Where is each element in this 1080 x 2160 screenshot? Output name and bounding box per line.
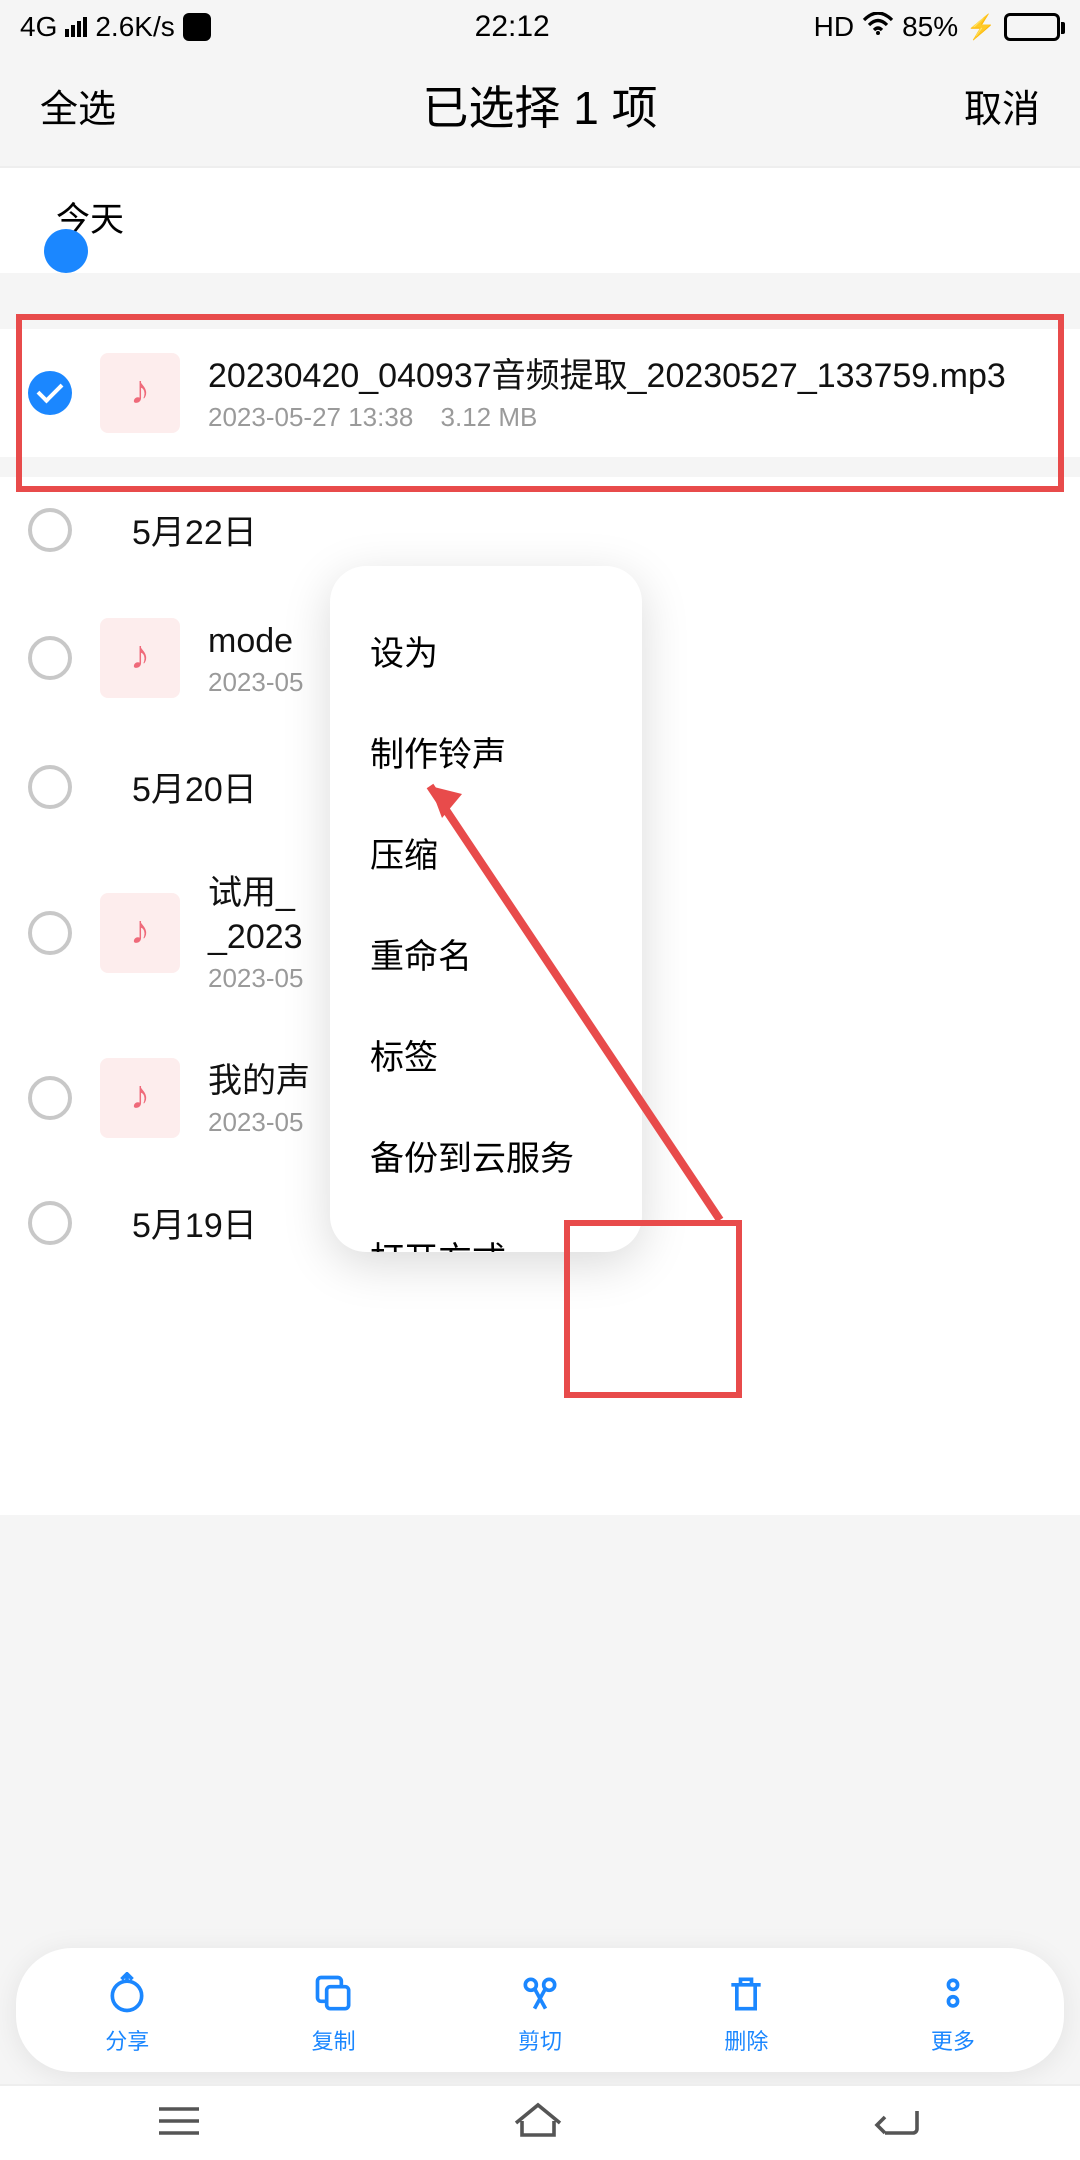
copy-button[interactable]: 复制 <box>230 1968 436 2056</box>
battery-percentage: 85% <box>902 11 958 43</box>
checkbox-empty-icon[interactable] <box>28 636 72 680</box>
music-file-icon <box>100 893 180 973</box>
menu-open-with[interactable]: 打开方式 <box>330 1208 642 1252</box>
checkbox-empty-icon[interactable] <box>28 911 72 955</box>
checkbox-empty-icon[interactable] <box>28 1201 72 1245</box>
action-toolbar: 分享 复制 剪切 删除 更多 <box>16 1948 1064 2072</box>
more-menu-popup: 设为 制作铃声 压缩 重命名 标签 备份到云服务 打开方式 <box>330 566 642 1252</box>
menu-make-ringtone[interactable]: 制作铃声 <box>330 703 642 804</box>
status-bar: 4G 2.6K/s 22:12 HD 85% ⚡ <box>0 0 1080 48</box>
checkbox-empty-icon[interactable] <box>28 765 72 809</box>
cut-icon <box>514 1968 566 2020</box>
more-icon <box>927 1968 979 2020</box>
chat-icon <box>183 13 211 41</box>
status-left: 4G 2.6K/s <box>20 11 211 43</box>
checkbox-empty-icon[interactable] <box>28 508 72 552</box>
file-name: 20230420_040937音频提取_20230527_133759.mp3 <box>208 354 1052 398</box>
status-right: HD 85% ⚡ <box>814 11 1060 43</box>
wifi-icon <box>862 11 894 43</box>
more-button[interactable]: 更多 <box>850 1968 1056 2056</box>
menu-backup-cloud[interactable]: 备份到云服务 <box>330 1107 642 1208</box>
menu-compress[interactable]: 压缩 <box>330 804 642 905</box>
page-title: 已选择 1 项 <box>422 72 657 138</box>
select-all-button[interactable]: 全选 <box>40 78 116 133</box>
network-speed: 2.6K/s <box>95 11 174 43</box>
hd-indicator: HD <box>814 11 854 43</box>
signal-icon <box>65 17 87 37</box>
battery-icon <box>1004 13 1060 41</box>
music-file-icon <box>100 1058 180 1138</box>
cut-button[interactable]: 剪切 <box>437 1968 643 2056</box>
menu-set-as[interactable]: 设为 <box>330 602 642 703</box>
file-meta: 2023-05-27 13:38 3.12 MB <box>208 402 1052 433</box>
charging-icon: ⚡ <box>966 13 996 42</box>
checkbox-selected-icon[interactable] <box>28 371 72 415</box>
share-icon <box>101 1968 153 2020</box>
copy-icon <box>308 1968 360 2020</box>
menu-rename[interactable]: 重命名 <box>330 905 642 1006</box>
home-nav-icon[interactable] <box>510 2099 566 2147</box>
network-type: 4G <box>20 11 57 43</box>
share-button[interactable]: 分享 <box>24 1968 230 2056</box>
delete-button[interactable]: 删除 <box>643 1968 849 2056</box>
back-nav-icon[interactable] <box>871 2099 927 2147</box>
file-item[interactable]: 20230420_040937音频提取_20230527_133759.mp3 … <box>0 329 1080 457</box>
system-navbar <box>0 2084 1080 2160</box>
menu-nav-icon[interactable] <box>153 2099 205 2147</box>
section-today: 今天 <box>0 168 1080 261</box>
selection-header: 全选 已选择 1 项 取消 <box>0 48 1080 168</box>
clock: 22:12 <box>475 10 550 44</box>
cancel-button[interactable]: 取消 <box>964 78 1040 133</box>
previous-item-peek <box>0 261 1080 273</box>
music-file-icon <box>100 353 180 433</box>
checkbox-empty-icon[interactable] <box>28 1076 72 1120</box>
delete-icon <box>720 1968 772 2020</box>
menu-tags[interactable]: 标签 <box>330 1006 642 1107</box>
music-file-icon <box>100 618 180 698</box>
